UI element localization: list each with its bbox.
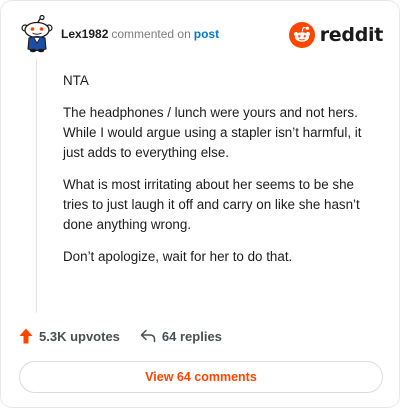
comment-paragraph: Don’t apologize, wait for her to do that… <box>63 249 293 264</box>
comment-stats: 5.3K upvotes 64 replies <box>19 325 222 347</box>
thread-line[interactable] <box>36 59 37 313</box>
post-link[interactable]: post <box>194 27 219 41</box>
reddit-snoo-icon <box>288 22 315 48</box>
upvote-arrow-icon <box>19 328 33 344</box>
comment-meta: Lex1982 commented on post <box>61 27 219 41</box>
comment-body: NTA The headphones / lunch were yours and… <box>63 71 383 279</box>
comment-paragraph: What is most irritating about her seems … <box>63 177 360 232</box>
comment-paragraph: The headphones / lunch were yours and no… <box>63 105 362 160</box>
replies-label: 64 replies <box>161 328 222 344</box>
reply-arrow-icon <box>140 329 156 343</box>
snoo-avatar-icon <box>21 14 53 53</box>
user-avatar[interactable] <box>19 14 55 53</box>
username-link[interactable]: Lex1982 <box>61 27 108 41</box>
comment-header: Lex1982 commented on post reddit <box>19 14 384 55</box>
action-text: commented on <box>111 27 191 41</box>
view-comments-button[interactable]: View 64 comments <box>19 361 383 393</box>
upvotes-label: 5.3K upvotes <box>39 328 120 344</box>
replies-stat[interactable]: 64 replies <box>140 329 222 344</box>
reddit-logo[interactable]: reddit <box>288 21 384 49</box>
brand-wordmark: reddit <box>319 24 384 46</box>
upvotes-stat[interactable]: 5.3K upvotes <box>19 328 120 344</box>
comment-paragraph: NTA <box>63 73 89 88</box>
comment-card: Lex1982 commented on post reddit NTA The he… <box>0 0 400 408</box>
